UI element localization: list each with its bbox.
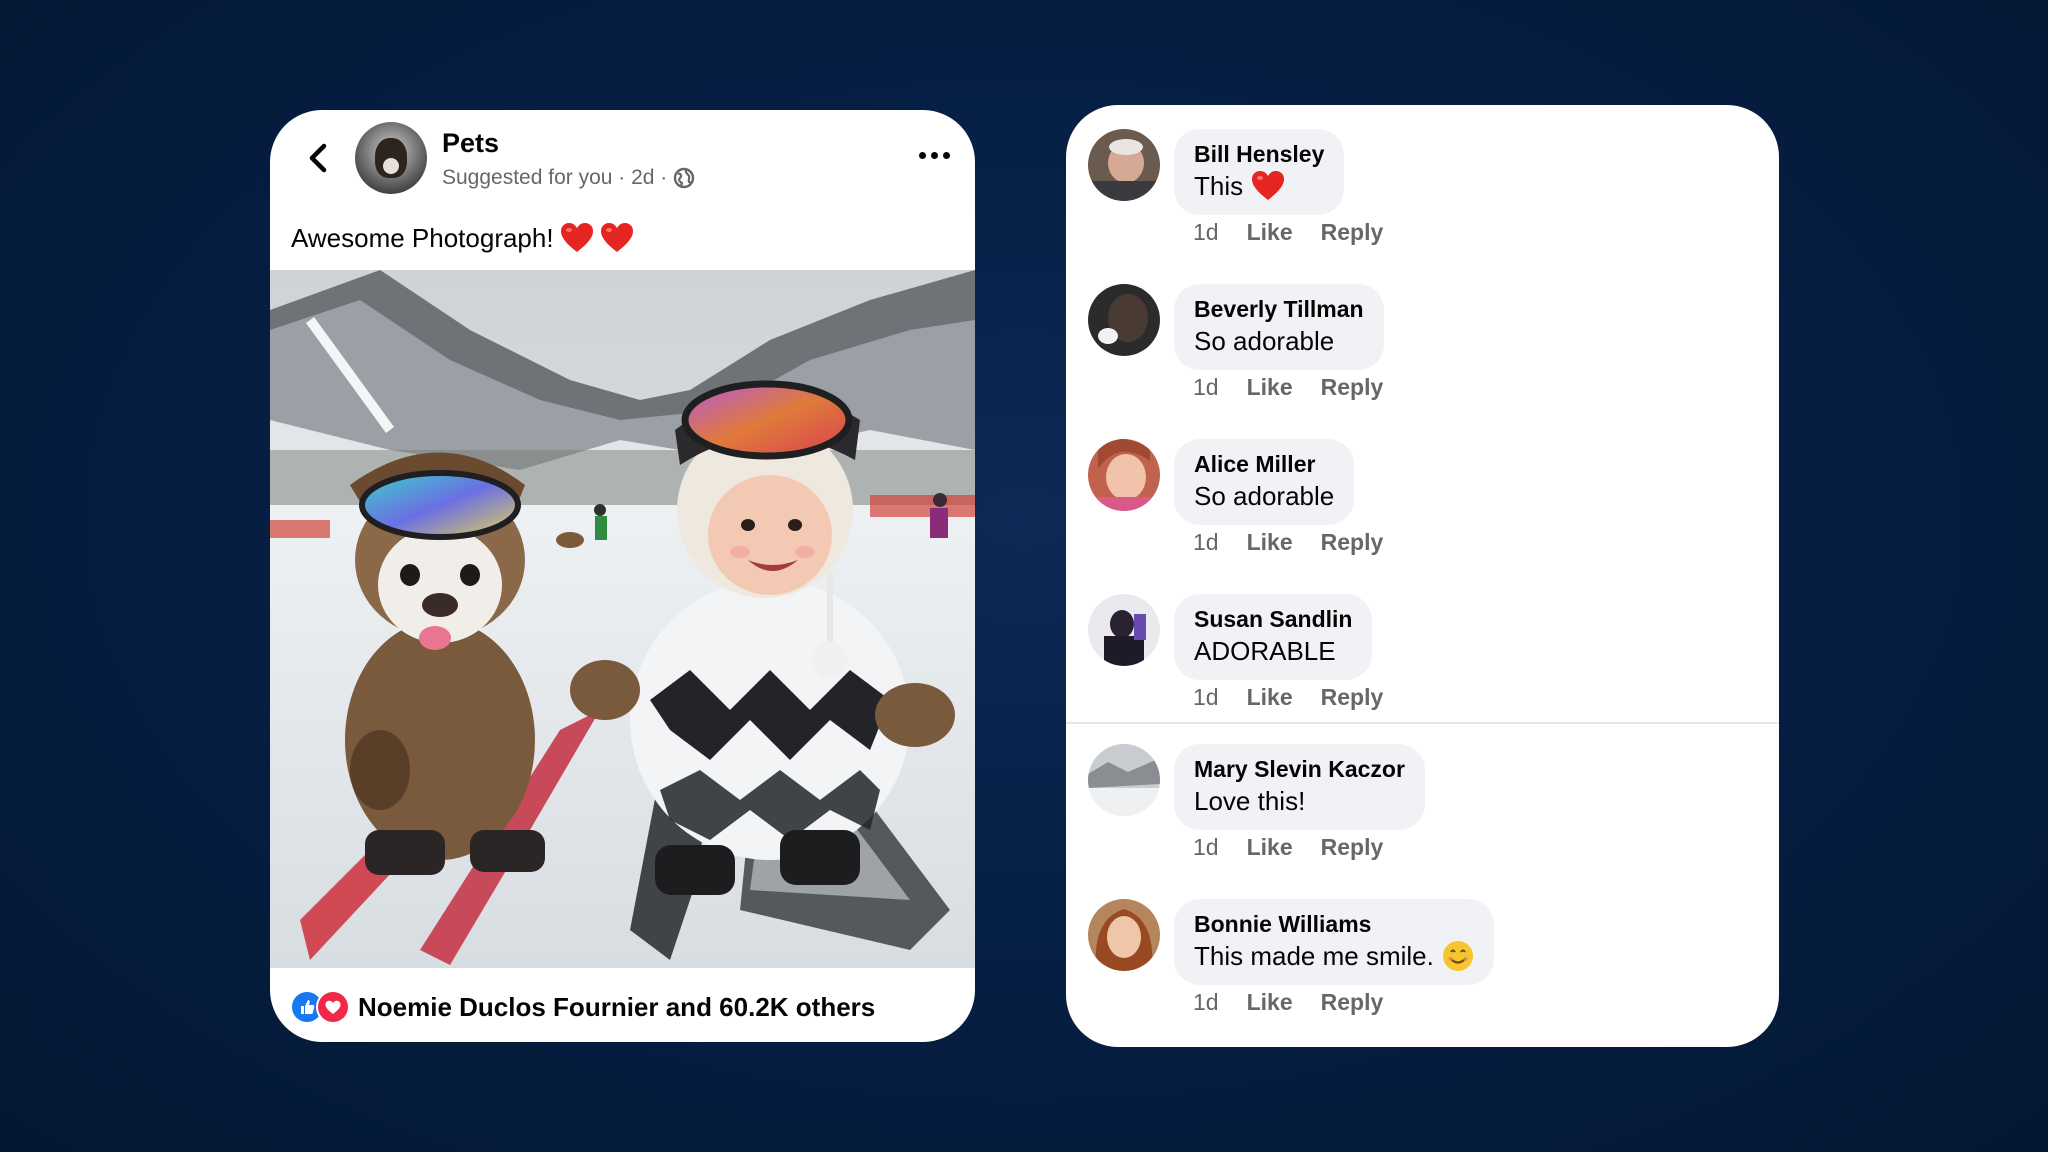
commenter-name[interactable]: Bonnie Williams — [1194, 909, 1474, 939]
comment-bubble: Bill Hensley This — [1174, 129, 1345, 215]
comment-time: 1d — [1193, 374, 1219, 400]
back-arrow-icon — [309, 143, 327, 173]
post-header: Pets Suggested for you · 2d · — [270, 110, 975, 210]
comment-text: ADORABLE — [1194, 636, 1336, 666]
comments-card: Bill Hensley This 1d Like Reply Beverly … — [1066, 105, 1779, 1047]
commenter-avatar[interactable] — [1088, 284, 1160, 356]
comment-item: Alice Miller So adorable 1d Like Reply — [1066, 427, 1779, 577]
commenter-name[interactable]: Susan Sandlin — [1194, 604, 1352, 634]
comment-item: Mary Slevin Kaczor Love this! 1d Like Re… — [1066, 732, 1779, 882]
comments-divider — [1066, 722, 1779, 724]
comment-text-content: This — [1194, 171, 1244, 201]
reaction-icons — [290, 990, 350, 1024]
comment-item: Bonnie Williams This made me smile. 1d L… — [1066, 887, 1779, 1037]
comment-actions: 1d Like Reply — [1193, 374, 1383, 401]
post-caption: Awesome Photograph! — [291, 222, 634, 254]
back-button[interactable] — [296, 136, 340, 180]
heart-icon — [560, 223, 593, 252]
comment-text: This — [1194, 169, 1324, 203]
reply-button[interactable]: Reply — [1321, 529, 1384, 556]
post-meta-text: Suggested for you · 2d · — [442, 166, 668, 189]
comment-time: 1d — [1193, 529, 1219, 555]
comment-actions: 1d Like Reply — [1193, 529, 1383, 556]
comment-bubble: Bonnie Williams This made me smile. — [1174, 899, 1494, 985]
heart-icon — [1252, 171, 1285, 200]
like-button[interactable]: Like — [1247, 834, 1293, 861]
commenter-avatar[interactable] — [1088, 899, 1160, 971]
globe-icon — [674, 167, 695, 189]
comment-actions: 1d Like Reply — [1193, 684, 1383, 711]
reply-button[interactable]: Reply — [1321, 989, 1384, 1016]
like-button[interactable]: Like — [1247, 684, 1293, 711]
commenter-avatar[interactable] — [1088, 594, 1160, 666]
comment-bubble: Susan Sandlin ADORABLE — [1174, 594, 1373, 680]
smile-emoji-icon — [1442, 941, 1473, 971]
comment-actions: 1d Like Reply — [1193, 834, 1383, 861]
reactions-summary[interactable]: Noemie Duclos Fournier and 60.2K others — [290, 990, 875, 1024]
more-dots-icon — [918, 151, 950, 159]
more-options-button[interactable] — [910, 140, 958, 170]
commenter-name[interactable]: Beverly Tillman — [1194, 294, 1364, 324]
post-card: Pets Suggested for you · 2d · Awesome Ph… — [270, 110, 975, 1042]
commenter-name[interactable]: Alice Miller — [1194, 449, 1334, 479]
like-button[interactable]: Like — [1247, 529, 1293, 556]
reply-button[interactable]: Reply — [1321, 684, 1384, 711]
comment-bubble: Alice Miller So adorable — [1174, 439, 1355, 525]
heart-icon — [600, 223, 633, 252]
comment-time: 1d — [1193, 989, 1219, 1015]
comment-text: This made me smile. — [1194, 939, 1474, 973]
love-reaction-icon — [316, 990, 350, 1024]
comment-bubble: Beverly Tillman So adorable — [1174, 284, 1384, 370]
comment-item: Susan Sandlin ADORABLE 1d Like Reply — [1066, 582, 1779, 732]
page-avatar[interactable] — [355, 122, 427, 194]
reply-button[interactable]: Reply — [1321, 834, 1384, 861]
comment-time: 1d — [1193, 834, 1219, 860]
comment-text-content: This made me smile. — [1194, 941, 1434, 971]
reply-button[interactable]: Reply — [1321, 374, 1384, 401]
commenter-name[interactable]: Mary Slevin Kaczor — [1194, 754, 1405, 784]
comment-text: So adorable — [1194, 326, 1335, 356]
commenter-name[interactable]: Bill Hensley — [1194, 139, 1324, 169]
comment-time: 1d — [1193, 684, 1219, 710]
commenter-avatar[interactable] — [1088, 129, 1160, 201]
like-button[interactable]: Like — [1247, 219, 1293, 246]
caption-text: Awesome Photograph! — [291, 222, 554, 253]
comment-item: Bill Hensley This 1d Like Reply — [1066, 117, 1779, 267]
commenter-avatar[interactable] — [1088, 744, 1160, 816]
post-photo[interactable] — [270, 270, 975, 968]
comment-item: Beverly Tillman So adorable 1d Like Repl… — [1066, 272, 1779, 422]
comment-text: Love this! — [1194, 786, 1306, 816]
like-button[interactable]: Like — [1247, 989, 1293, 1016]
like-button[interactable]: Like — [1247, 374, 1293, 401]
comment-text: So adorable — [1194, 481, 1335, 511]
comment-actions: 1d Like Reply — [1193, 989, 1383, 1016]
comment-actions: 1d Like Reply — [1193, 219, 1383, 246]
comment-bubble: Mary Slevin Kaczor Love this! — [1174, 744, 1425, 830]
commenter-avatar[interactable] — [1088, 439, 1160, 511]
reply-button[interactable]: Reply — [1321, 219, 1384, 246]
comment-time: 1d — [1193, 219, 1219, 245]
reactions-text: Noemie Duclos Fournier and 60.2K others — [358, 991, 876, 1022]
post-meta: Suggested for you · 2d · — [442, 166, 695, 190]
page-name[interactable]: Pets — [442, 128, 499, 159]
